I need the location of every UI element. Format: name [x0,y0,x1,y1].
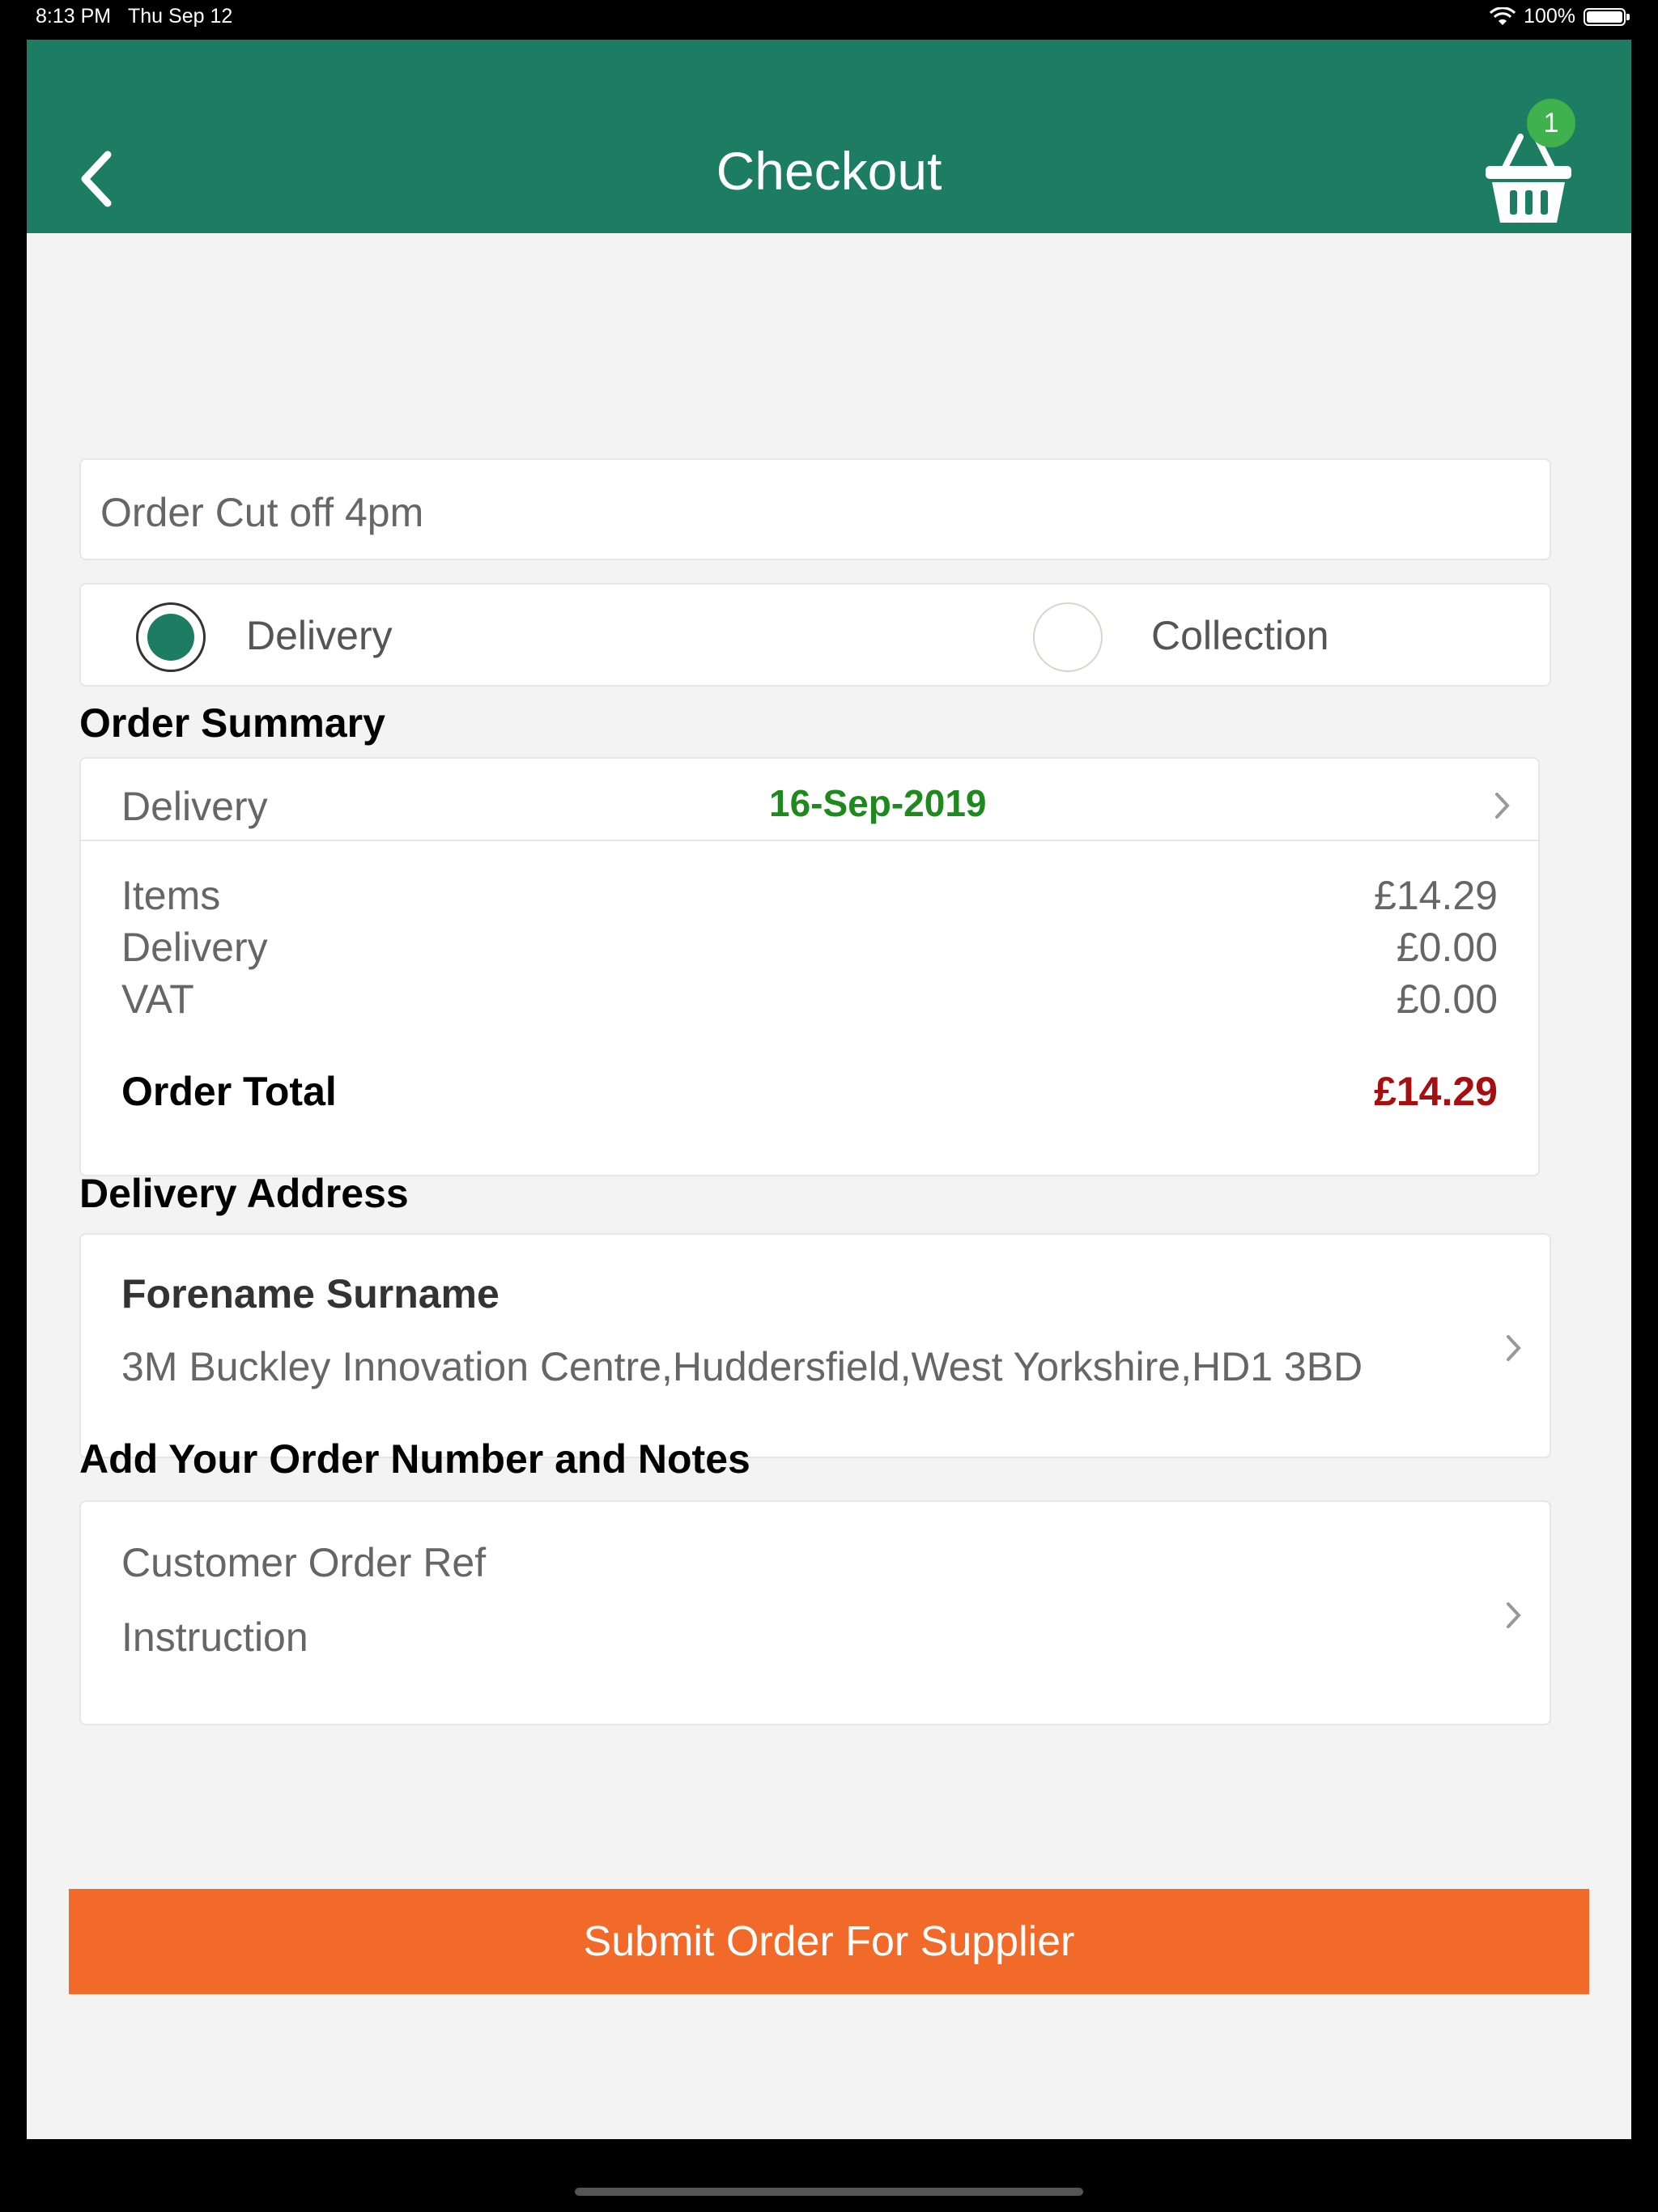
delivery-address-card[interactable]: Forename Surname 3M Buckley Innovation C… [79,1233,1551,1458]
status-right: 100% [1490,5,1630,28]
items-value: £14.29 [1374,873,1498,918]
collection-radio[interactable] [1033,602,1103,672]
order-summary-heading: Order Summary [79,700,385,746]
delivery-date-value: 16-Sep-2019 [769,782,987,824]
submit-order-button[interactable]: Submit Order For Supplier [69,1889,1589,1994]
address-text: 3M Buckley Innovation Centre,Huddersfiel… [121,1344,1363,1389]
collection-radio-label[interactable]: Collection [1151,612,1329,659]
page-title: Checkout [716,141,942,201]
order-notes-card[interactable]: Customer Order Ref Instruction [79,1500,1551,1725]
cart-count-badge: 1 [1527,99,1575,147]
order-total-value: £14.29 [1374,1069,1498,1114]
battery-percent: 100% [1524,5,1575,28]
order-cutoff-banner: Order Cut off 4pm [79,458,1551,560]
home-indicator[interactable] [575,2188,1083,2196]
chevron-right-icon [1495,793,1510,819]
items-label: Items [121,873,221,918]
cutoff-text: Order Cut off 4pm [100,490,424,535]
delivery-radio-label[interactable]: Delivery [246,612,393,659]
vat-label: VAT [121,976,194,1022]
nav-bar: Checkout 1 [27,40,1631,233]
delivery-fee-value: £0.00 [1396,925,1498,970]
delivery-address-heading: Delivery Address [79,1171,409,1216]
status-date: Thu Sep 12 [128,5,233,28]
order-total-label: Order Total [121,1069,337,1114]
chevron-right-icon [1507,1335,1521,1361]
delivery-radio[interactable] [136,602,206,672]
order-summary-card: Delivery 16-Sep-2019 Items £14.29 Delive… [79,757,1540,1176]
battery-icon [1584,7,1630,26]
delivery-date-label: Delivery [121,784,268,829]
status-bar: 8:13 PM Thu Sep 12 100% [0,0,1658,39]
status-time: 8:13 PM [36,5,112,28]
wifi-icon [1490,6,1516,25]
instruction-label: Instruction [121,1614,308,1660]
address-name: Forename Surname [121,1271,500,1317]
chevron-right-icon [1507,1602,1521,1628]
order-notes-heading: Add Your Order Number and Notes [79,1436,750,1482]
delivery-date-row[interactable]: Delivery 16-Sep-2019 [81,759,1538,841]
fulfillment-options: Delivery Collection [79,583,1551,687]
customer-order-ref-label: Customer Order Ref [121,1540,487,1585]
app-screen: Checkout 1 Order Cut off 4pm Delivery Co… [27,40,1631,2139]
delivery-fee-label: Delivery [121,925,268,970]
vat-value: £0.00 [1396,976,1498,1022]
